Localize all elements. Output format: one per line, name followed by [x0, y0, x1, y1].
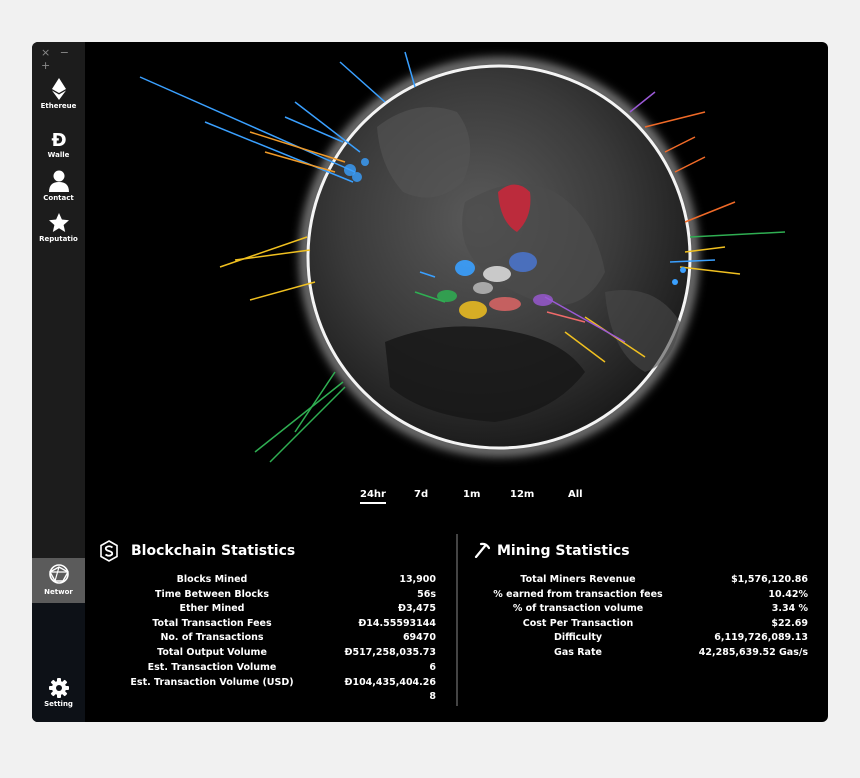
stat-value: Ð517,258,035.73	[344, 647, 437, 658]
period-1m[interactable]: 1m	[463, 489, 480, 500]
svg-text:Đ: Đ	[51, 130, 66, 149]
stat-row: No. of Transactions 69470	[32, 632, 456, 646]
stat-label: Est. Transaction Volume	[147, 662, 277, 673]
sidebar-item-contact[interactable]: Contact	[32, 170, 85, 202]
globe-visualization	[139, 51, 786, 463]
stat-label: Blocks Mined	[176, 574, 248, 585]
stat-label: % earned from transaction fees	[493, 589, 663, 600]
app-window: × − + Ethereue Đ Walle Contact Reputatio…	[32, 42, 828, 722]
stat-value: 13,900	[399, 574, 436, 585]
stat-label: Est. Transaction Volume (USD)	[130, 677, 294, 688]
user-icon	[48, 170, 69, 192]
stat-row: Total Miners Revenue $1,576,120.86	[458, 574, 828, 588]
stat-row: Est. Transaction Volume (USD) Ð104,435,40…	[32, 677, 456, 691]
stat-row: Cost Per Transaction $22.69	[458, 618, 828, 632]
stat-label: Difficulty	[553, 632, 603, 643]
stat-value: $1,576,120.86	[731, 574, 808, 585]
stat-row: Gas Rate 42,285,639.52 Gas/s	[458, 647, 828, 661]
stat-value: 10.42%	[768, 589, 808, 600]
stat-row: Ether Mined Ð3,475	[32, 603, 456, 617]
stat-label: Ether Mined	[179, 603, 245, 614]
stat-row: % of transaction volume 3.34 %	[458, 603, 828, 617]
stat-row: Total Output Volume Ð517,258,035.73	[32, 647, 456, 661]
ethereum-icon	[51, 78, 66, 100]
stat-value: Ð14.55593144	[358, 618, 436, 629]
sidebar-item-label: Reputatio	[39, 235, 78, 243]
star-icon	[48, 213, 69, 232]
stat-value: Ð104,435,404.26	[344, 677, 437, 688]
period-24hr[interactable]: 24hr	[360, 489, 386, 504]
stat-row: Time Between Blocks 56s	[32, 589, 456, 603]
pickaxe-icon	[474, 542, 490, 558]
stat-row: Total Transaction Fees Ð14.55593144	[32, 618, 456, 632]
network-globe[interactable]	[85, 42, 828, 482]
mining-stats-title: Mining Statistics	[497, 543, 630, 559]
stat-row: Est. Transaction Volume 6	[32, 662, 456, 676]
stat-label: Gas Rate	[554, 647, 602, 658]
sidebar-item-wallet[interactable]: Đ Walle	[32, 129, 85, 159]
blockchain-s-icon	[100, 540, 118, 562]
stat-row: % earned from transaction fees 10.42%	[458, 589, 828, 603]
blockchain-stats-title: Blockchain Statistics	[131, 543, 296, 559]
stat-value: 6,119,726,089.13	[714, 632, 808, 643]
stat-value: 56s	[417, 589, 436, 600]
stat-value: 8	[429, 691, 436, 702]
stat-value: Ð3,475	[397, 603, 436, 614]
period-7d[interactable]: 7d	[414, 489, 428, 500]
stat-label: Total Output Volume	[157, 647, 267, 658]
dao-d-icon: Đ	[51, 130, 66, 149]
stat-row: 8	[32, 691, 456, 705]
period-all[interactable]: All	[568, 489, 583, 500]
period-12m[interactable]: 12m	[510, 489, 534, 500]
sidebar-item-reputation[interactable]: Reputatio	[32, 213, 85, 243]
window-controls[interactable]: × − +	[41, 46, 85, 72]
stat-label: Cost Per Transaction	[522, 618, 634, 629]
sidebar-item-label: Contact	[43, 194, 74, 202]
stat-label: No. of Transactions	[160, 632, 264, 643]
stat-value: 6	[429, 662, 436, 673]
stat-label: % of transaction volume	[512, 603, 644, 614]
sidebar-item-label: Ethereue	[40, 102, 77, 110]
stat-value: 69470	[402, 632, 436, 643]
sidebar-item-ethereum[interactable]: Ethereue	[32, 78, 85, 110]
stat-row: Difficulty 6,119,726,089.13	[458, 632, 828, 646]
stat-value: 42,285,639.52 Gas/s	[698, 647, 808, 658]
stat-label: Total Transaction Fees	[152, 618, 272, 629]
stat-row: Blocks Mined 13,900	[32, 574, 456, 588]
sidebar-item-label: Walle	[47, 151, 70, 159]
stat-value: $22.69	[771, 618, 808, 629]
stat-label: Time Between Blocks	[155, 589, 269, 600]
stat-label: Total Miners Revenue	[520, 574, 636, 585]
stat-value: 3.34 %	[771, 603, 808, 614]
